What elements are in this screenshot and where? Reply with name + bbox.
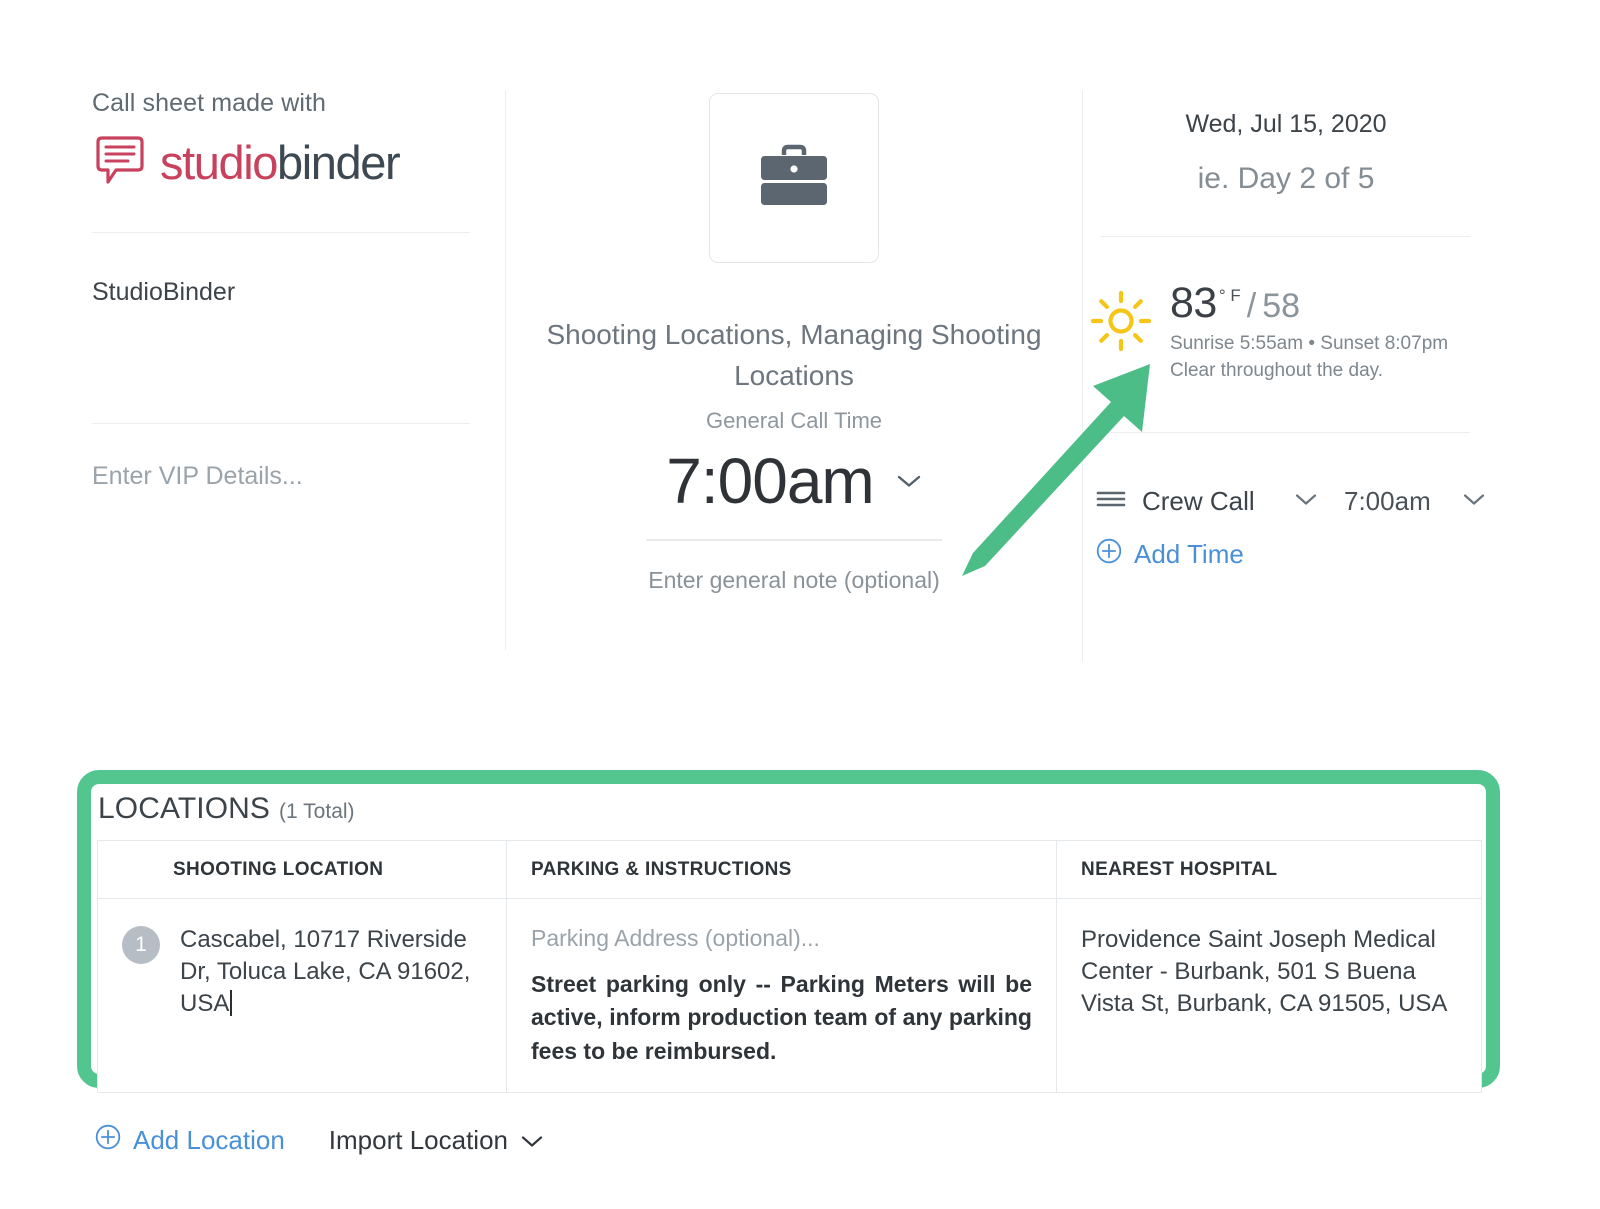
speech-bubble-icon [94,134,146,191]
import-location-label: Import Location [328,1125,509,1155]
shooting-location-text[interactable]: Cascabel, 10717 Riverside Dr, Toluca Lak… [180,924,482,1068]
cell-parking-instructions[interactable]: Parking Address (optional)... Street par… [507,899,1057,1092]
add-location-button[interactable]: Add Location [95,1124,285,1157]
weather-text: 83 ° F/58 Sunrise 5:55am • Sunset 8:07pm … [1170,282,1448,385]
parking-instructions-text[interactable]: Street parking only -- Parking Meters wi… [531,968,1032,1068]
header-right-column: Wed, Jul 15, 2020 ie. Day 2 of 5 [1100,88,1472,198]
column-header-nearest-hospital: NEAREST HOSPITAL [1081,858,1278,880]
chevron-down-icon[interactable] [896,473,922,489]
call-time-underline [646,539,942,542]
plus-circle-icon [1096,538,1122,571]
right-column-divider-2 [1100,432,1470,433]
chevron-down-icon [520,1125,544,1156]
hamburger-drag-handle-icon[interactable] [1096,489,1126,514]
column-header-shooting-location: SHOOTING LOCATION [98,841,507,898]
crew-call-time-chevron-down-icon[interactable] [1462,492,1486,512]
logo-word-binder: binder [277,136,401,189]
plus-circle-icon [95,1124,121,1157]
temperature-separator: / [1246,287,1257,325]
weather-description: Clear throughout the day. [1170,359,1384,381]
general-call-time-label: General Call Time [705,407,883,433]
temperature-high: 83 [1170,279,1217,327]
locations-section: LOCATIONS (1 Total) SHOOTING LOCATION PA… [91,784,1486,1093]
cell-nearest-hospital[interactable]: Providence Saint Joseph Medical Center -… [1057,899,1481,1092]
temperature-low: 58 [1262,287,1301,325]
left-column-divider-2 [92,423,470,424]
import-location-button[interactable]: Import Location [329,1125,544,1156]
general-call-time-picker[interactable]: 7:00am [506,449,1082,513]
crew-call-label-chevron-down-icon[interactable] [1294,492,1318,512]
shooting-location-value: Cascabel, 10717 Riverside Dr, Toluca Lak… [180,926,471,1018]
text-cursor [230,990,233,1017]
header-left-column: Call sheet made with studiobinder [92,88,472,191]
general-note-input[interactable]: Enter general note (optional) [506,567,1082,594]
nearest-hospital-text[interactable]: Providence Saint Joseph Medical Center -… [1081,924,1457,1020]
locations-title: LOCATIONS [98,792,271,825]
logo-wordmark: studiobinder [160,136,401,189]
call-sheet-header: Call sheet made with studiobinder Studio… [0,0,1600,680]
right-column-divider-1 [1100,236,1470,237]
company-name[interactable]: StudioBinder [92,276,235,309]
add-time-button[interactable]: Add Time [1096,538,1244,571]
project-icon-box[interactable] [709,93,879,263]
day-of-shoot[interactable]: ie. Day 2 of 5 [1100,159,1472,198]
project-title: Shooting Locations, Managing Shooting Lo… [546,319,1042,392]
sun-icon [1090,290,1152,357]
location-number-badge: 1 [122,926,160,964]
header-divider-right [1082,90,1083,662]
studiobinder-logo: studiobinder [94,134,472,191]
column-header-parking-instructions: PARKING & INSTRUCTIONS [507,841,1057,898]
weather-block: 83 ° F/58 Sunrise 5:55am • Sunset 8:07pm … [1090,282,1448,385]
crew-call-label[interactable]: Crew Call [1142,486,1294,517]
locations-table: SHOOTING LOCATION PARKING & INSTRUCTIONS… [97,840,1482,1093]
left-column-divider-1 [92,232,470,233]
logo-word-studio: studio [160,136,278,189]
parking-address-input[interactable]: Parking Address (optional)... [531,924,1032,954]
crew-call-time-value[interactable]: 7:00am [1344,486,1462,517]
shoot-date[interactable]: Wed, Jul 15, 2020 [1100,108,1472,141]
temperature-row: 83 ° F /58 [1170,282,1448,325]
cell-shooting-location[interactable]: 1 Cascabel, 10717 Riverside Dr, Toluca L… [98,899,507,1092]
table-row: 1 Cascabel, 10717 Riverside Dr, Toluca L… [98,899,1481,1092]
temperature-unit: ° F [1218,286,1241,305]
briefcase-icon [755,142,833,215]
add-time-label: Add Time [1134,539,1244,569]
locations-count: (1 Total) [279,800,355,823]
locations-heading: LOCATIONS (1 Total) [98,792,355,826]
made-with-label: Call sheet made with [92,89,327,117]
crew-call-time-row[interactable]: Crew Call 7:00am [1096,486,1486,517]
add-location-label: Add Location [133,1125,285,1155]
call-sheet-page: Call sheet made with studiobinder Studio… [0,0,1600,1209]
locations-actions: Add Location Import Location [95,1124,544,1157]
vip-details-input[interactable]: Enter VIP Details... [92,460,303,493]
locations-table-header: SHOOTING LOCATION PARKING & INSTRUCTIONS… [98,841,1481,899]
header-center-column: Shooting Locations, Managing Shooting Lo… [506,88,1082,594]
sunrise-sunset: Sunrise 5:55am • Sunset 8:07pm [1170,333,1449,354]
general-call-time-value[interactable]: 7:00am [666,449,874,513]
